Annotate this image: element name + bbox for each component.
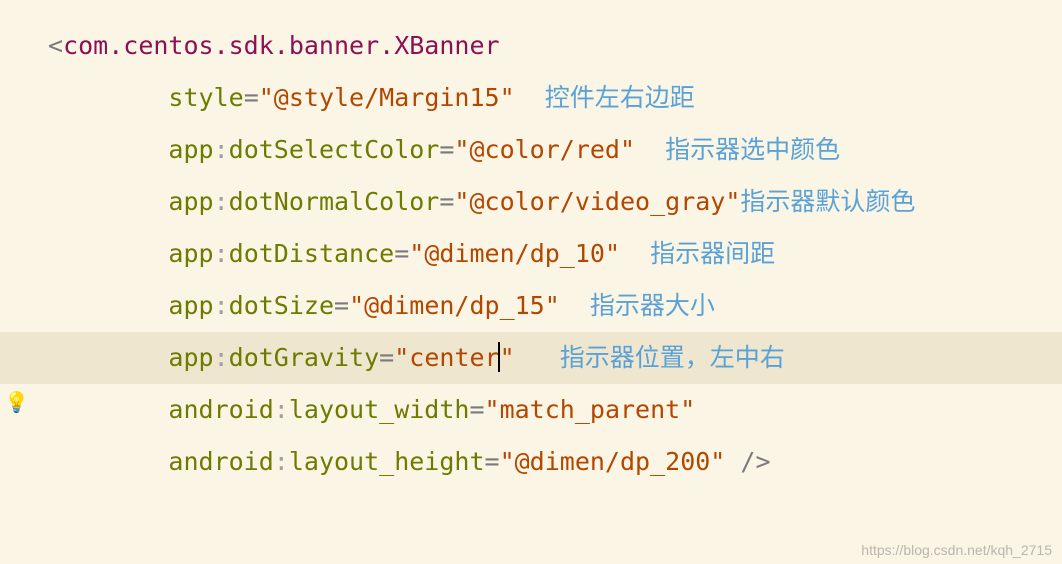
- tag-name: com.centos.sdk.banner.XBanner: [63, 31, 500, 60]
- attr-name: dotNormalColor: [229, 187, 440, 216]
- attr-value: "@dimen/dp_200": [500, 447, 726, 476]
- equals: =: [334, 291, 349, 320]
- inline-comment: 指示器间距: [650, 239, 775, 268]
- code-line: app:dotSelectColor="@color/red" 指示器选中颜色: [0, 124, 1062, 176]
- code-line: android:layout_width="match_parent": [0, 384, 1062, 436]
- equals: =: [439, 135, 454, 164]
- colon: :: [214, 343, 229, 372]
- colon: :: [274, 447, 289, 476]
- code-line: <com.centos.sdk.banner.XBanner: [0, 20, 1062, 72]
- pad: [560, 291, 590, 320]
- attr-ns: app: [168, 187, 213, 216]
- attr-value: "@dimen/dp_15": [349, 291, 560, 320]
- colon: :: [214, 239, 229, 268]
- code-line: app:dotSize="@dimen/dp_15" 指示器大小: [0, 280, 1062, 332]
- indent: [48, 239, 168, 268]
- colon: :: [274, 395, 289, 424]
- indent: [48, 187, 168, 216]
- code-line-active[interactable]: app:dotGravity="center" 指示器位置，左中右: [0, 332, 1062, 384]
- indent: [48, 395, 168, 424]
- inline-comment: 指示器选中颜色: [665, 135, 840, 164]
- code-line: app:dotNormalColor="@color/video_gray"指示…: [0, 176, 1062, 228]
- inline-comment: 控件左右边距: [545, 83, 695, 112]
- colon: :: [214, 291, 229, 320]
- attr-name: layout_width: [289, 395, 470, 424]
- code-line: app:dotDistance="@dimen/dp_10" 指示器间距: [0, 228, 1062, 280]
- pad: [635, 135, 665, 164]
- watermark: https://blog.csdn.net/kqh_2715: [861, 542, 1052, 558]
- equals: =: [439, 187, 454, 216]
- indent: [48, 447, 168, 476]
- attr-value: "center: [394, 343, 499, 372]
- angle-open: <: [48, 31, 63, 60]
- equals: =: [379, 343, 394, 372]
- code-line: android:layout_height="@dimen/dp_200" />: [0, 436, 1062, 488]
- attr-ns: app: [168, 239, 213, 268]
- pad: [515, 343, 560, 372]
- attr-value: "@style/Margin15": [259, 83, 515, 112]
- pad: [725, 447, 740, 476]
- code-line: style="@style/Margin15" 控件左右边距: [0, 72, 1062, 124]
- pad: [515, 83, 545, 112]
- attr-ns: app: [168, 343, 213, 372]
- equals: =: [244, 83, 259, 112]
- pad: [620, 239, 650, 268]
- attr-ns: app: [168, 135, 213, 164]
- indent: [48, 343, 168, 372]
- attr-ns: app: [168, 291, 213, 320]
- inline-comment: 指示器大小: [590, 291, 715, 320]
- colon: :: [214, 135, 229, 164]
- attr-name: dotGravity: [229, 343, 380, 372]
- indent: [48, 135, 168, 164]
- indent: [48, 291, 168, 320]
- attr-value: "@dimen/dp_10": [409, 239, 620, 268]
- tag-close: />: [740, 447, 770, 476]
- equals: =: [394, 239, 409, 268]
- colon: :: [214, 187, 229, 216]
- attr-ns: android: [168, 447, 273, 476]
- code-editor: 💡 <com.centos.sdk.banner.XBanner style="…: [0, 0, 1062, 488]
- attr-value: "match_parent": [485, 395, 696, 424]
- inline-comment: 指示器位置，左中右: [560, 343, 785, 372]
- attr-ns: android: [168, 395, 273, 424]
- attr-name: dotSelectColor: [229, 135, 440, 164]
- attr-value: "@color/red": [454, 135, 635, 164]
- equals: =: [469, 395, 484, 424]
- attr-value: "@color/video_gray": [454, 187, 740, 216]
- equals: =: [485, 447, 500, 476]
- attr-name: dotDistance: [229, 239, 395, 268]
- attr-name: style: [168, 83, 243, 112]
- attr-name: dotSize: [229, 291, 334, 320]
- attr-name: layout_height: [289, 447, 485, 476]
- inline-comment: 指示器默认颜色: [740, 187, 915, 216]
- indent: [48, 83, 168, 112]
- attr-value: ": [500, 343, 515, 372]
